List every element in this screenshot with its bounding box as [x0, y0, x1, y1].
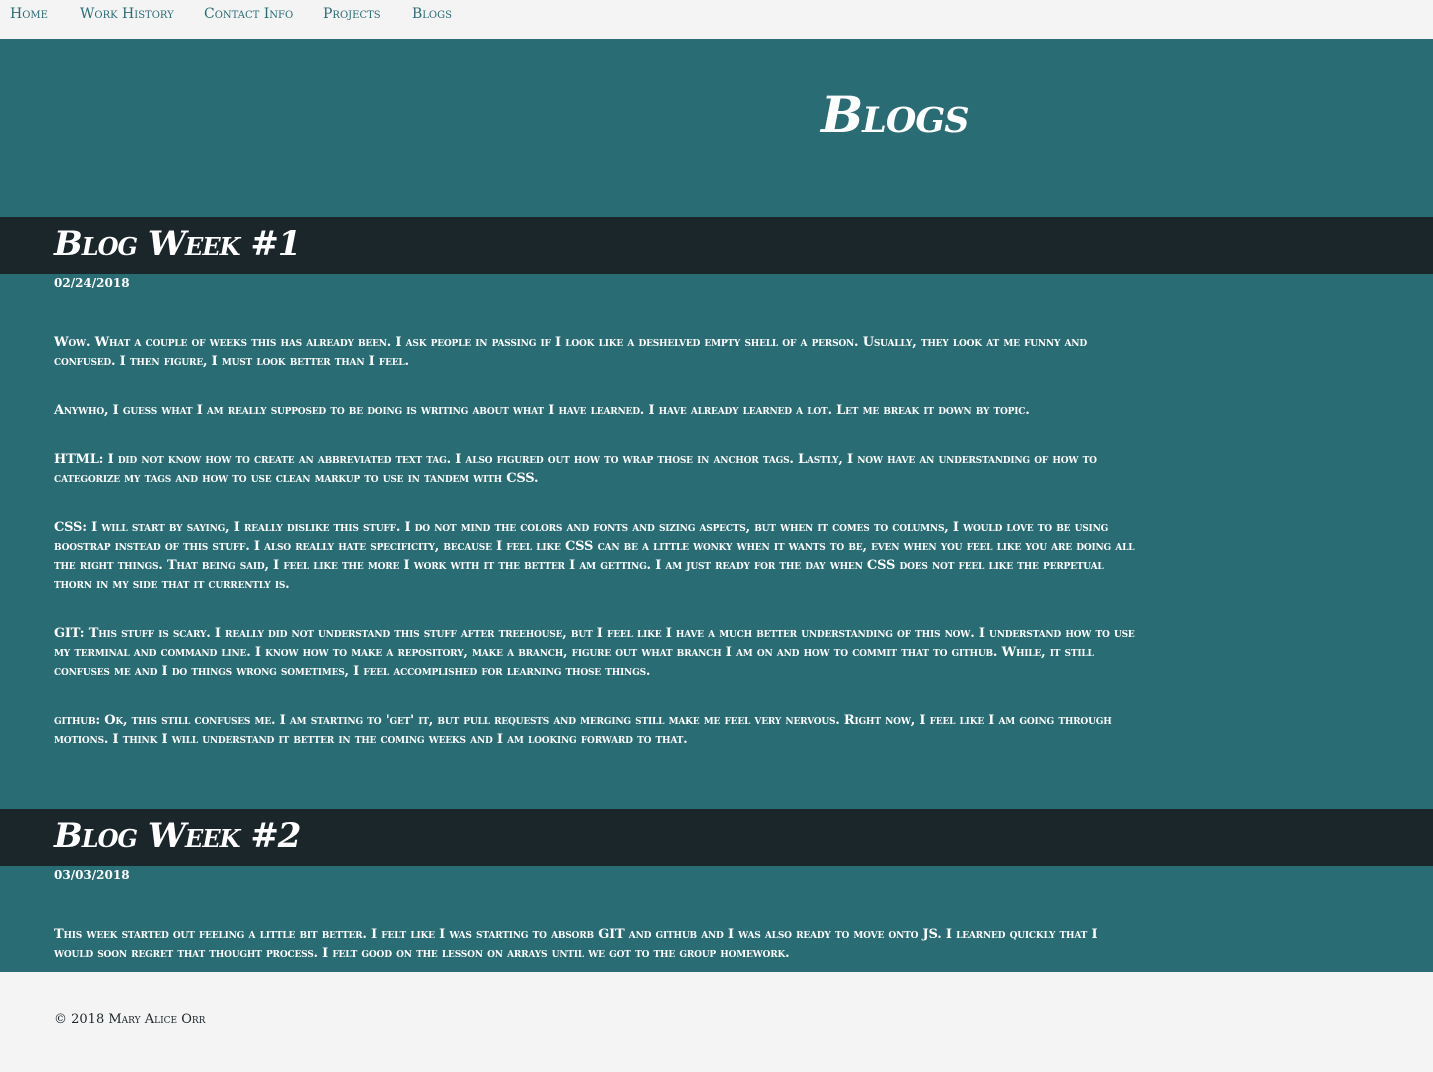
- nav-link-blogs[interactable]: Blogs: [412, 6, 452, 22]
- post-paragraph: github: Ok, this still confuses me. I am…: [54, 713, 1112, 747]
- nav-link-home[interactable]: Home: [10, 6, 48, 22]
- post-paragraph: GIT: This stuff is scary. I really did n…: [54, 626, 1135, 679]
- footer-copyright: © 2018 Mary Alice Orr: [54, 1012, 206, 1027]
- post-date: 02/24/2018: [54, 276, 130, 290]
- page-title: Blogs: [821, 85, 970, 144]
- top-nav: Home Work History Contact Info Projects …: [0, 0, 1433, 39]
- post-body: Wow. What a couple of weeks this has alr…: [54, 333, 1140, 779]
- nav-link-projects[interactable]: Projects: [323, 6, 381, 22]
- post-date: 03/03/2018: [54, 868, 130, 882]
- nav-link-work-history[interactable]: Work History: [80, 6, 174, 22]
- post-title: Blog Week #1: [54, 224, 301, 264]
- post-title: Blog Week #2: [54, 816, 301, 856]
- post-paragraph: HTML: I did not know how to create an ab…: [54, 452, 1097, 486]
- post-body: This week started out feeling a little b…: [54, 925, 1140, 993]
- post-paragraph: CSS: I will start by saying, I really di…: [54, 520, 1135, 592]
- post-paragraph: Anywho, I guess what I am really suppose…: [54, 403, 1030, 418]
- post-paragraph: Wow. What a couple of weeks this has alr…: [54, 335, 1087, 369]
- header-banner: [0, 39, 1433, 217]
- nav-link-contact-info[interactable]: Contact Info: [204, 6, 293, 22]
- post-paragraph: This week started out feeling a little b…: [54, 927, 1098, 961]
